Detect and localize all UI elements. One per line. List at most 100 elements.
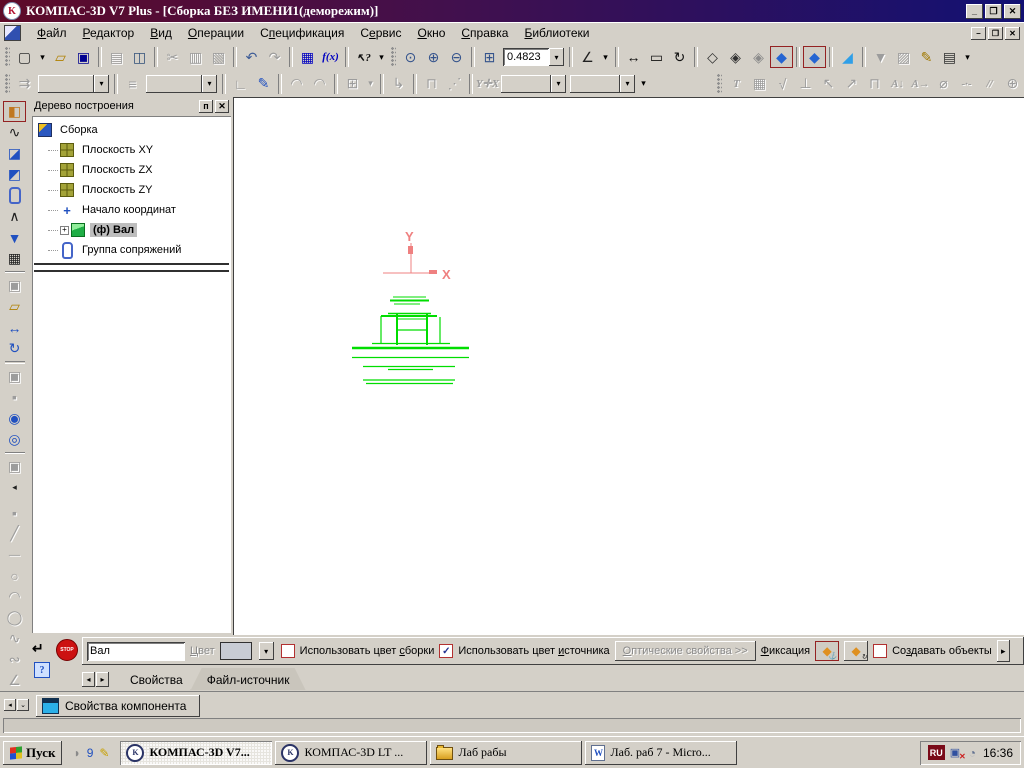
save-document-button[interactable]: ▣ [72,46,95,68]
fix-component-toggle[interactable]: ◆ ⚓ [815,641,840,661]
context-help-dropdown-button[interactable]: ▾ [375,46,388,68]
tree-item-plane-zy[interactable]: Плоскость ZY [34,180,229,200]
toolbar-grip[interactable] [5,73,10,94]
auxiliary-geometry-button[interactable]: ◩ [3,164,26,185]
perspective-button[interactable]: ◆ [803,46,826,68]
zoom-in-button[interactable]: ⊕ [422,46,445,68]
display-shaded-button[interactable]: ◆ [770,46,793,68]
menu-item-specification[interactable]: Спецификация [252,23,352,43]
display-hidden-thin-button[interactable]: ◈ [747,46,770,68]
menu-item-libraries[interactable]: Библиотеки [516,23,597,43]
state-more-dropdown-button[interactable]: ▾ [637,73,650,95]
sketch-mode-button[interactable]: ✎ [915,46,938,68]
create-object-icon[interactable]: ↵ [32,640,44,657]
scheduler-icon[interactable]: ◔ [969,746,976,760]
tree-item-assembly[interactable]: Сборка [34,120,229,140]
context-help-button[interactable]: ↖? [352,46,375,68]
scale-combo-dropdown-icon[interactable]: ▾ [549,48,564,66]
close-button[interactable]: ✕ [1004,3,1021,19]
sketch-edit-button[interactable]: ✎ [252,73,275,95]
info-chevron-icon[interactable]: ⌄ [17,699,29,711]
minimize-button[interactable]: _ [966,3,983,19]
tree-item-plane-zx[interactable]: Плоскость ZX [34,160,229,180]
print-preview-button[interactable]: ◫ [128,46,151,68]
menu-item-file[interactable]: Файл [29,23,75,43]
new-document-dropdown-button[interactable]: ▾ [36,46,49,68]
menu-item-editor[interactable]: Редактор [75,23,143,43]
toolbar-grip[interactable] [5,47,10,67]
quick-launch-desktop-icon[interactable]: ◗ [73,746,80,760]
menu-item-view[interactable]: Вид [142,23,180,43]
start-button[interactable]: Пуск [3,741,62,765]
zoom-out-button[interactable]: ⊖ [445,46,468,68]
rotate-component-button[interactable]: ↻ [3,338,26,359]
pan-view-button[interactable]: ↔ [622,46,645,68]
tabs-scroll-right-icon[interactable]: ▸ [96,672,109,687]
zoom-by-rectangle-button[interactable]: ⊞ [478,46,501,68]
quick-launch-monitor-icon[interactable]: 9 [87,746,94,760]
panel-back-arrow-button[interactable]: ◂ [8,477,21,498]
menu-item-window[interactable]: Окно [409,23,453,43]
restore-button[interactable]: ❐ [985,3,1002,19]
display-wireframe-button[interactable]: ◇ [701,46,724,68]
use-assembly-color-checkbox[interactable] [280,644,295,658]
drawing-dropdown-button[interactable]: ▾ [961,46,974,68]
tab-file-source[interactable]: Файл-источник [191,668,306,690]
mdi-close-button[interactable]: ✕ [1005,27,1020,40]
taskbar-button-kompas-3d-lt[interactable]: K КОМПАС-3D LT ... [275,741,427,765]
tree-item-plane-xy[interactable]: Плоскость XY [34,140,229,160]
component-properties-tab[interactable]: Свойства компонента [36,695,201,717]
zoom-tool-button[interactable]: ⊙ [399,46,422,68]
new-document-button[interactable]: ▢ [13,46,36,68]
drawing-from-model-button[interactable]: ▤ [938,46,961,68]
function-fx-button[interactable]: f(x) [319,46,342,68]
toolbar-grip[interactable] [391,47,396,67]
tree-item-origin[interactable]: + Начало координат [34,200,229,220]
mdi-restore-button[interactable]: ❐ [988,27,1003,40]
display-hidden-removed-button[interactable]: ◈ [724,46,747,68]
specification-button[interactable]: ▦ [3,248,26,269]
tabs-scroll-left-icon[interactable]: ◂ [82,672,95,687]
scale-combo[interactable]: 0.4823 ▾ [503,48,564,66]
taskbar-button-lab-rab-7-word[interactable]: W Лаб. раб 7 - Micro... [585,741,737,765]
close-panel-icon[interactable]: ✕ [215,100,229,113]
mates-button[interactable] [3,185,26,206]
section-view-button[interactable]: ◢ [836,46,859,68]
unfix-component-toggle[interactable]: ◆ ↻ [844,641,868,661]
orientation-button[interactable]: ∠ [576,46,599,68]
tab-properties[interactable]: Свойства [114,668,199,690]
mdi-minimize-button[interactable]: – [971,27,986,40]
expand-icon[interactable]: + [60,225,69,235]
taskbar-button-lab-raby-folder[interactable]: Лаб рабы [430,741,582,765]
pin-icon[interactable]: п [199,100,213,113]
edit-component-button[interactable]: ◧ [3,101,26,123]
create-objects-checkbox[interactable] [873,644,888,658]
app-icon[interactable]: K [3,2,21,20]
surfaces-button[interactable]: ◪ [3,143,26,164]
language-indicator[interactable]: RU [927,745,945,760]
collision-check-button[interactable]: ◉ [3,408,26,429]
rotate-view-button[interactable]: ↻ [668,46,691,68]
scale-combo-value[interactable]: 0.4823 [503,48,549,66]
tree-item-mates-group[interactable]: Группа сопряжений [34,240,229,260]
menu-item-help[interactable]: Справка [453,23,516,43]
move-component-button[interactable]: ↔ [3,317,26,338]
variables-button[interactable]: ▦ [296,46,319,68]
menu-item-service[interactable]: Сервис [352,23,409,43]
use-source-color-checkbox[interactable]: ✓ [439,644,454,658]
quick-launch-brush-icon[interactable]: ✎ [99,746,109,760]
open-document-button[interactable]: ▱ [49,46,72,68]
orientation-dropdown-button[interactable]: ▾ [599,46,612,68]
menu-item-operations[interactable]: Операции [180,23,252,43]
tree-item-part-val[interactable]: + (ф) Вал [34,220,229,240]
interrupt-command-icon[interactable]: STOP [56,639,78,661]
network-disconnected-icon[interactable]: ▣ ✕ [950,747,966,761]
mate-gear-button[interactable]: ◎ [3,429,26,450]
taskbar-button-kompas-3d-v7[interactable]: K КОМПАС-3D V7... [120,740,273,765]
filters-button[interactable]: ▼ [3,227,26,248]
info-collapse-icon[interactable]: ◂ [4,699,16,711]
measurements-button[interactable]: ∧ [3,206,26,227]
document-viewport[interactable]: YX [233,97,1024,635]
undo-button[interactable]: ↶ [240,46,263,68]
next-page-icon[interactable]: ▸ [997,640,1010,662]
